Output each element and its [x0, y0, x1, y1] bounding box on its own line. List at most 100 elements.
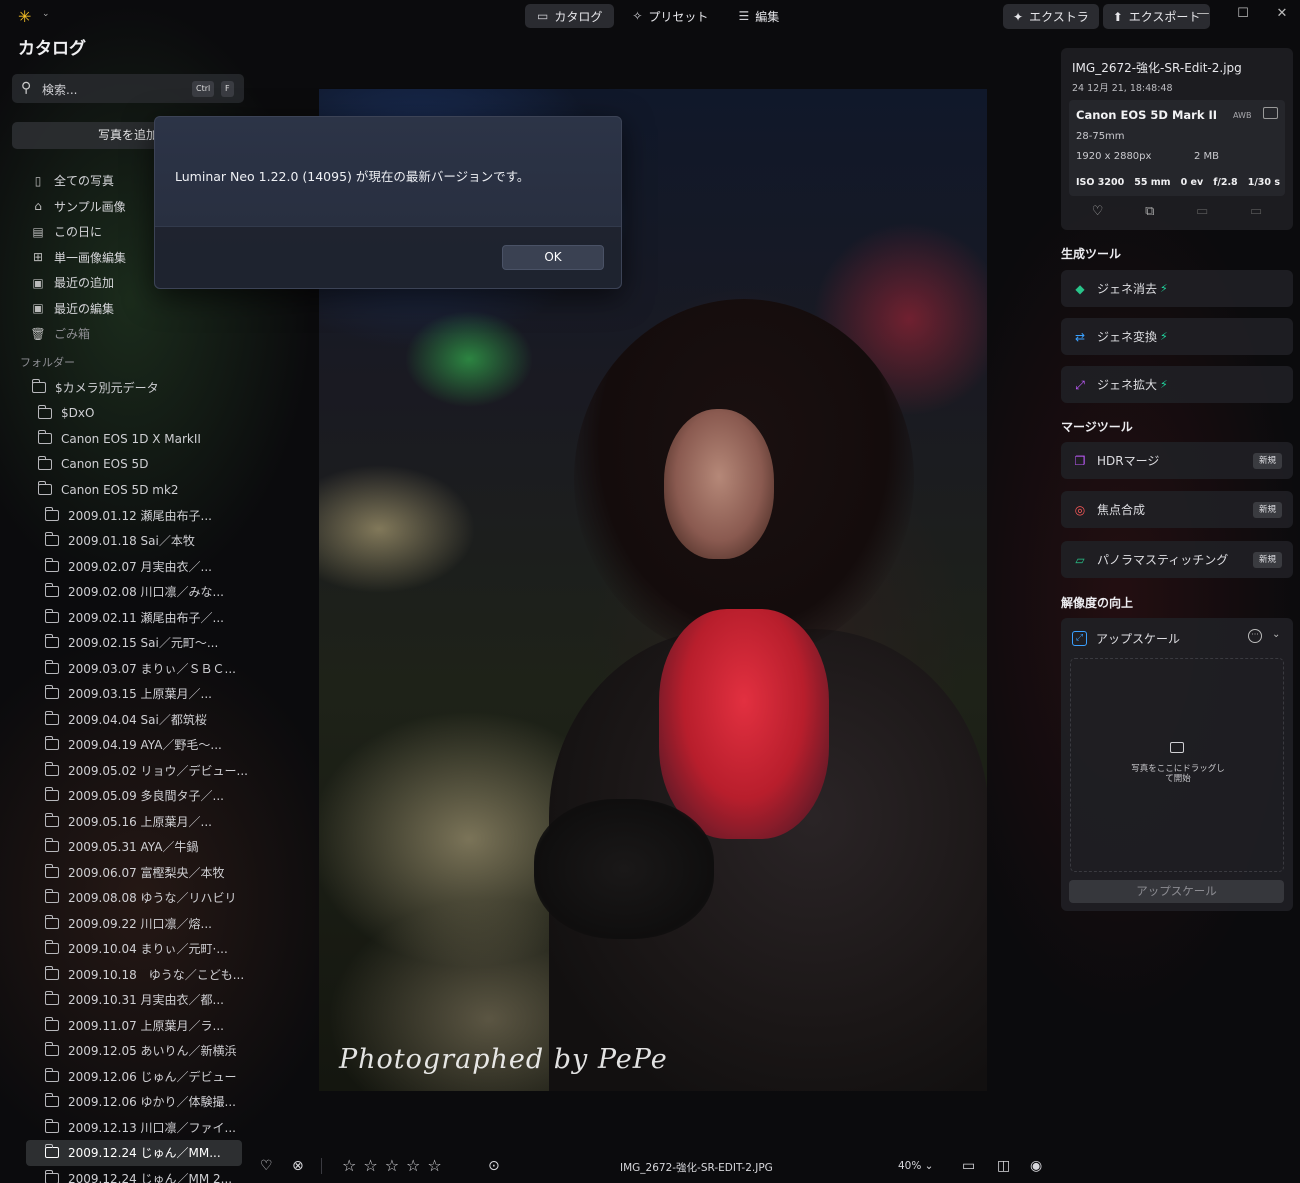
sidebar-item-samples[interactable]: ⌂ サンプル画像: [30, 194, 126, 220]
tool-label: ジェネ消去: [1097, 282, 1158, 296]
exif-focal: 55 mm: [1134, 177, 1171, 188]
tool-panorama[interactable]: ▱ パノラマスティッチング 新規: [1061, 541, 1293, 578]
photo-dropzone[interactable]: 写真をここにドラッグして開始: [1070, 658, 1284, 872]
folder-item[interactable]: 2009.09.22 川口凛／熔...: [0, 911, 250, 937]
luminar-logo-icon[interactable]: ✳: [18, 8, 36, 26]
tool-focus-stacking[interactable]: ◎ 焦点合成 新規: [1061, 491, 1293, 528]
open-external-icon[interactable]: ⧉: [1145, 204, 1154, 219]
folder-item[interactable]: 2009.05.09 多良間タ子／...: [0, 783, 250, 809]
heart-icon[interactable]: ♡: [260, 1158, 273, 1174]
folder-item[interactable]: 2009.10.31 月実由衣／都...: [0, 987, 250, 1013]
folder-icon: [44, 659, 59, 674]
folder-item[interactable]: 2009.02.07 月実由衣／...: [0, 554, 250, 580]
folder-icon: [44, 532, 59, 547]
extra-label: エクストラ: [1029, 10, 1089, 24]
sidebar-item-trash[interactable]: 🗑︎ ごみ箱: [30, 321, 126, 347]
folder-item[interactable]: 2009.01.18 Sai／本牧: [0, 528, 250, 554]
folder-label: 2009.06.07 富樫梨央／本牧: [68, 865, 225, 880]
tab-catalog[interactable]: ▭ カタログ: [525, 4, 615, 28]
folder-item[interactable]: 2009.10.18 ゆうな／こども...: [0, 962, 250, 988]
folder-label: Canon EOS 5D: [61, 457, 149, 472]
star-icon[interactable]: ☆: [385, 1156, 399, 1175]
folder-item[interactable]: 2009.04.04 Sai／都筑桜: [0, 707, 250, 733]
star-icon[interactable]: ☆: [427, 1156, 441, 1175]
folder-item[interactable]: 2009.12.06 ゆかり／体験撮...: [0, 1089, 250, 1115]
top-right-actions: ✦ エクストラ ⬆ エクスポート: [1003, 4, 1211, 29]
sidebar-item-single-edit[interactable]: ⊞ 単一画像編集: [30, 245, 126, 271]
tab-edit[interactable]: ☰ 編集: [726, 4, 791, 28]
more-options-icon[interactable]: ···: [1248, 629, 1262, 643]
folder-item[interactable]: 2009.12.24 じゅん／MM...: [26, 1140, 242, 1166]
star-icon[interactable]: ☆: [363, 1156, 377, 1175]
star-rating[interactable]: ☆ ☆ ☆ ☆ ☆: [342, 1156, 442, 1175]
star-icon[interactable]: ☆: [342, 1156, 356, 1175]
app-menu-caret-icon[interactable]: ⌄: [42, 9, 50, 19]
zoom-level[interactable]: 40% ⌄: [898, 1160, 933, 1172]
folder-item[interactable]: Canon EOS 5D: [0, 452, 250, 478]
info-actions: ♡ ⧉ ▭ ▭: [1061, 204, 1293, 219]
compare-icon[interactable]: ◫: [997, 1158, 1010, 1174]
tab-presets[interactable]: ✧ プリセット: [620, 4, 720, 28]
tool-hdr-merge[interactable]: ❐ HDRマージ 新規: [1061, 442, 1293, 479]
duplicate-icon[interactable]: ▭: [1250, 204, 1262, 219]
minimize-icon[interactable]: —: [1193, 6, 1213, 21]
sidebar-item-on-this-day[interactable]: ▤ この日に: [30, 219, 126, 245]
folder-item[interactable]: 2009.01.12 瀬尾由布子...: [0, 503, 250, 529]
search-input[interactable]: ⚲ 検索... Ctrl F: [12, 74, 244, 103]
folder-label: 2009.02.15 Sai／元町〜...: [68, 636, 219, 651]
folder-item[interactable]: 2009.05.16 上原葉月／...: [0, 809, 250, 835]
folder-item[interactable]: 2009.04.19 AYA／野毛〜...: [0, 732, 250, 758]
merge-tools-header: マージツール: [1061, 420, 1133, 434]
upscale-button[interactable]: アップスケール: [1069, 880, 1284, 903]
ok-button[interactable]: OK: [502, 245, 604, 270]
sidebar-title: カタログ: [18, 39, 86, 59]
folder-item[interactable]: $カメラ別元データ: [0, 375, 250, 401]
folder-item[interactable]: 2009.05.02 リョウ／デビュー...: [0, 758, 250, 784]
more-icon[interactable]: ⊙: [488, 1158, 500, 1174]
folder-item[interactable]: 2009.12.05 あいりん／新横浜: [0, 1038, 250, 1064]
folder-icon: [44, 710, 59, 725]
folder-item[interactable]: 2009.02.11 瀬尾由布子／...: [0, 605, 250, 631]
photo-watermark: Photographed by PePe: [339, 1044, 668, 1075]
chevron-down-icon[interactable]: ⌄: [1272, 629, 1280, 640]
recent-edit-icon: ▣: [32, 301, 44, 316]
eye-icon[interactable]: ◉: [1030, 1158, 1042, 1174]
folder-item[interactable]: Canon EOS 5D mk2: [0, 477, 250, 503]
tool-gen-expand[interactable]: ⤢ ジェネ拡大 ⚡: [1061, 366, 1293, 403]
sidebar-item-all-photos[interactable]: ▯ 全ての写真: [30, 168, 126, 194]
folder-item[interactable]: 2009.03.07 まりぃ／ＳＢＣ...: [0, 656, 250, 682]
resolution-header: 解像度の向上: [1061, 596, 1134, 610]
sidebar-item-recently-added[interactable]: ▣ 最近の追加: [30, 270, 126, 296]
folder-icon: [44, 1042, 59, 1057]
folder-item[interactable]: 2009.03.15 上原葉月／...: [0, 681, 250, 707]
reject-icon[interactable]: ⊗: [292, 1158, 304, 1174]
upscale-header[interactable]: ⤢ アップスケール: [1072, 630, 1180, 647]
folder-item[interactable]: 2009.06.07 富樫梨央／本牧: [0, 860, 250, 886]
copy-icon[interactable]: ▭: [1196, 204, 1208, 219]
folder-item[interactable]: $DxO: [0, 401, 250, 427]
folder-icon: [44, 1093, 59, 1108]
close-icon[interactable]: ✕: [1272, 6, 1292, 21]
folder-item[interactable]: 2009.11.07 上原葉月／ラ...: [0, 1013, 250, 1039]
folder-item[interactable]: 2009.12.06 じゅん／デビュー: [0, 1064, 250, 1090]
folder-icon: [44, 634, 59, 649]
folder-icon: [44, 608, 59, 623]
folder-item[interactable]: 2009.12.13 川口凛／ファイ...: [0, 1115, 250, 1141]
maximize-icon[interactable]: ☐: [1233, 6, 1253, 21]
star-icon[interactable]: ☆: [406, 1156, 420, 1175]
sidebar-item-label: 単一画像編集: [54, 250, 127, 265]
folder-item[interactable]: 2009.08.08 ゆうな／リハビリ: [0, 885, 250, 911]
extra-button[interactable]: ✦ エクストラ: [1003, 4, 1099, 29]
folder-item[interactable]: 2009.02.08 川口凛／みな...: [0, 579, 250, 605]
tool-gen-erase[interactable]: ◆ ジェネ消去 ⚡: [1061, 270, 1293, 307]
folder-item[interactable]: 2009.02.15 Sai／元町〜...: [0, 630, 250, 656]
monitor-icon[interactable]: ▭: [962, 1158, 975, 1174]
folder-item[interactable]: 2009.10.04 まりぃ／元町·...: [0, 936, 250, 962]
heart-icon[interactable]: ♡: [1092, 204, 1104, 219]
tool-gen-swap[interactable]: ⇄ ジェネ変換 ⚡: [1061, 318, 1293, 355]
folder-item[interactable]: 2009.05.31 AYA／牛鍋: [0, 834, 250, 860]
tool-label: ジェネ変換: [1097, 330, 1158, 344]
folder-item[interactable]: Canon EOS 1D X MarkII: [0, 426, 250, 452]
folder-item[interactable]: 2009.12.24 じゅん／MM 2...: [0, 1166, 250, 1183]
sidebar-item-recently-edited[interactable]: ▣ 最近の編集: [30, 296, 126, 322]
